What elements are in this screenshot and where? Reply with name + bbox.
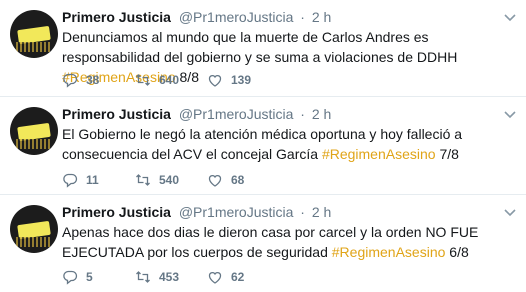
chevron-down-icon[interactable] [504, 111, 516, 119]
timestamp[interactable]: 2 h [312, 106, 331, 122]
like-icon [208, 175, 222, 187]
separator: · [300, 9, 305, 25]
tweet[interactable]: Primero Justicia @Pr1meroJusticia · 2 h … [0, 195, 526, 292]
timeline: Primero Justicia @Pr1meroJusticia · 2 h … [0, 0, 526, 292]
like-button[interactable]: 62 [207, 269, 244, 285]
like-count: 68 [231, 173, 245, 187]
reply-button[interactable]: 11 [62, 172, 99, 188]
tweet-suffix: 8/8 [175, 69, 199, 85]
author-handle[interactable]: @Pr1meroJusticia [179, 204, 294, 220]
tweet[interactable]: Primero Justicia @Pr1meroJusticia · 2 h … [0, 0, 526, 97]
reply-count: 11 [86, 173, 99, 187]
reply-button[interactable]: 38 [62, 72, 99, 88]
hashtag-link[interactable]: #RegimenAsesino [332, 244, 446, 260]
tweet[interactable]: Primero Justicia @Pr1meroJusticia · 2 h … [0, 97, 526, 195]
timestamp[interactable]: 2 h [312, 204, 331, 220]
reply-icon [63, 73, 78, 88]
tweet-header: Primero Justicia @Pr1meroJusticia · 2 h [62, 8, 496, 26]
tweet-suffix: 6/8 [445, 244, 469, 260]
reply-icon [63, 173, 78, 188]
retweet-icon [136, 271, 150, 283]
tweet-header: Primero Justicia @Pr1meroJusticia · 2 h [62, 105, 496, 123]
retweet-icon [136, 74, 150, 86]
like-icon [208, 272, 222, 284]
tweet-suffix: 7/8 [435, 146, 459, 162]
author-handle[interactable]: @Pr1meroJusticia [179, 9, 294, 25]
author-name[interactable]: Primero Justicia [62, 106, 171, 122]
separator: · [300, 204, 305, 220]
hashtag-link[interactable]: #RegimenAsesino [322, 146, 436, 162]
tweet-text: Denunciamos al mundo que la muerte de Ca… [62, 27, 512, 87]
retweet-count: 640 [159, 73, 180, 87]
retweet-button[interactable]: 540 [135, 172, 179, 188]
author-name[interactable]: Primero Justicia [62, 204, 171, 220]
avatar[interactable] [10, 107, 58, 155]
like-button[interactable]: 139 [207, 72, 251, 88]
retweet-button[interactable]: 640 [135, 72, 179, 88]
avatar[interactable] [10, 10, 58, 58]
tweet-body: Denunciamos al mundo que la muerte de Ca… [62, 29, 458, 65]
tweet-header: Primero Justicia @Pr1meroJusticia · 2 h [62, 203, 496, 221]
separator: · [300, 106, 305, 122]
like-count: 62 [231, 270, 245, 284]
timestamp[interactable]: 2 h [312, 9, 331, 25]
tweet-text: Apenas hace dos dias le dieron casa por … [62, 222, 512, 262]
retweet-count: 453 [159, 270, 180, 284]
tweet-text: El Gobierno le negó la atención médica o… [62, 124, 512, 164]
retweet-count: 540 [159, 173, 180, 187]
reply-icon [63, 270, 78, 285]
reply-count: 38 [86, 73, 100, 87]
author-handle[interactable]: @Pr1meroJusticia [179, 106, 294, 122]
retweet-button[interactable]: 453 [135, 269, 179, 285]
retweet-icon [136, 174, 150, 186]
reply-count: 5 [86, 270, 93, 284]
avatar[interactable] [10, 205, 58, 253]
author-name[interactable]: Primero Justicia [62, 9, 171, 25]
like-icon [208, 75, 222, 87]
chevron-down-icon[interactable] [504, 209, 516, 217]
like-count: 139 [231, 73, 252, 87]
chevron-down-icon[interactable] [504, 14, 516, 22]
reply-button[interactable]: 5 [62, 269, 93, 285]
like-button[interactable]: 68 [207, 172, 244, 188]
